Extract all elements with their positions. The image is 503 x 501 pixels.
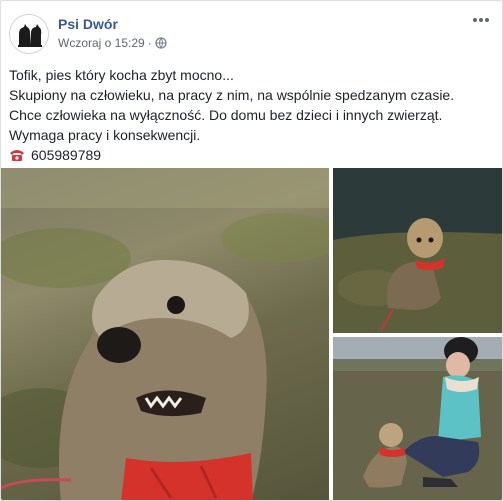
post-text-line: Chce człowieka na wyłączność. Do domu be…	[9, 107, 443, 123]
post-timestamp[interactable]: Wczoraj o 15:29	[58, 35, 145, 51]
photo-dog-closeup[interactable]	[1, 168, 329, 500]
dog-silhouette-logo	[10, 15, 48, 53]
photo-dog-by-water[interactable]	[333, 168, 502, 333]
dog-closeup-image	[1, 168, 329, 500]
telephone-icon	[10, 150, 24, 161]
dog-by-water-image	[333, 168, 502, 333]
page-avatar[interactable]	[9, 14, 49, 54]
dog-with-woman-image	[333, 337, 502, 500]
globe-icon[interactable]	[155, 37, 167, 49]
phone-line: 605989789	[9, 145, 494, 165]
photo-dog-with-woman[interactable]	[333, 337, 502, 500]
post-text-line: Tofik, pies który kocha zbyt mocno...	[9, 67, 234, 83]
post-text-line: Wymaga pracy i konsekwencji.	[9, 127, 201, 143]
more-options-icon[interactable]	[470, 9, 492, 31]
post-card: Psi Dwór Wczoraj o 15:29 · Tofik, pies k…	[0, 0, 503, 501]
page-name-link[interactable]: Psi Dwór	[58, 15, 118, 33]
phone-number[interactable]: 605989789	[31, 145, 101, 165]
post-meta: Wczoraj o 15:29 ·	[58, 35, 167, 51]
post-text-line: Skupiony na człowieku, na pracy z nim, n…	[9, 87, 455, 103]
post-text: Tofik, pies który kocha zbyt mocno... Sk…	[9, 65, 494, 165]
meta-separator: ·	[147, 36, 152, 50]
